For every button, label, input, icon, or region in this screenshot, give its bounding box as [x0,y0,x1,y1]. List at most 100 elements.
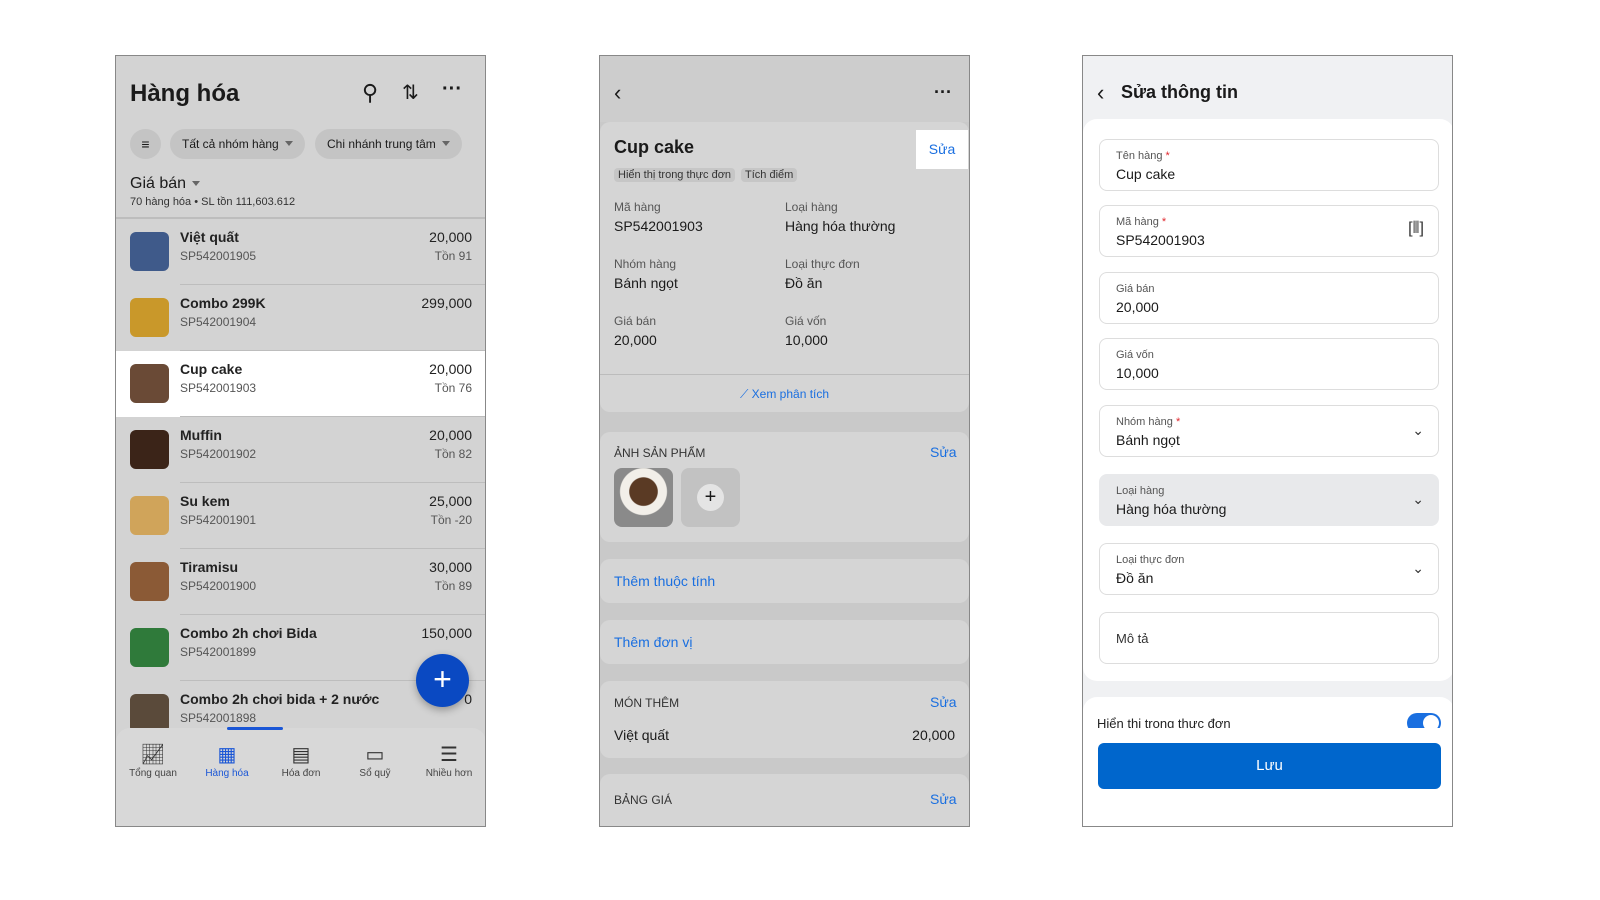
required-mark: * [1175,416,1181,428]
label-text: Mã hàng [1116,216,1159,228]
group-filter[interactable]: Tất cả nhóm hàng [170,129,305,159]
add-attribute-row[interactable]: Thêm thuộc tính [600,559,969,603]
product-price: 30,000 [429,559,472,575]
product-stock: Tồn 82 [434,447,472,461]
chart-icon: ⟋ [739,387,752,401]
edit-button[interactable]: Sửa [916,130,968,169]
product-detail-screen: ‹ ··· Cup cake Sửa Hiển thị trong thực đ… [599,55,970,827]
label-text: Tên hàng [1116,150,1163,162]
price-type-label: Giá bán [130,175,187,192]
product-row[interactable]: Tiramisu SP542001900 30,000 Tồn 89 [116,549,485,615]
form-field[interactable]: Giá vốn 10,000 [1099,338,1439,390]
field-label: Mã hàng [614,200,661,214]
product-code: SP542001899 [180,645,257,659]
add-image-button[interactable]: + [681,468,740,527]
product-code: SP542001904 [180,315,257,329]
menu-icon: ☰ [440,744,458,766]
label-text: Nhóm hàng [1116,416,1173,428]
product-stock: Tồn 89 [434,579,472,593]
form-field-label: Mã hàng * [1116,216,1166,228]
product-price: 299,000 [421,295,472,311]
more-icon[interactable]: ··· [934,82,952,103]
product-thumbnail [130,496,169,535]
product-row[interactable]: Su kem SP542001901 25,000 Tồn -20 [116,483,485,549]
nav-cashbook[interactable]: ▭ Sổ quỹ [338,742,412,779]
bottom-nav: 📈︎ Tổng quan ▦ Hàng hóa ▤ Hóa đơn ▭ Sổ quỹ ☰… [116,727,485,826]
label-text: Loại hàng [1116,485,1165,497]
add-product-button[interactable]: + [416,654,469,707]
field-value: 20,000 [614,332,657,348]
product-price: 20,000 [429,229,472,245]
product-stock: Tồn -20 [430,513,472,527]
product-code: SP542001902 [180,447,257,461]
chevron-down-icon: ⌄ [1412,422,1424,438]
form-field[interactable]: Nhóm hàng * Bánh ngọt ⌄ [1099,405,1439,457]
product-row[interactable]: Cup cake SP542001903 20,000 Tồn 76 [116,351,485,417]
more-icon[interactable]: ··· [442,78,462,101]
product-row[interactable]: Muffin SP542001902 20,000 Tồn 82 [116,417,485,483]
back-icon[interactable]: ‹ [614,80,621,106]
page-title: Hàng hóa [130,80,240,107]
view-analysis-link[interactable]: ⟋ Xem phân tích [600,387,969,402]
search-icon[interactable]: ⚲ [362,80,378,106]
form-field-value: 10,000 [1116,365,1159,381]
form-field-label: Loại hàng [1116,485,1164,497]
nav-label: Sổ quỹ [359,768,391,779]
add-unit-link[interactable]: Thêm đơn vị [614,634,692,650]
product-code: SP542001898 [180,711,257,725]
form-field[interactable]: Loại hàng Hàng hóa thường ⌄ [1099,474,1439,526]
save-button[interactable]: Lưu [1098,743,1441,789]
form-field-label: Loại thực đơn [1116,554,1184,566]
label-text: Giá bán [1116,283,1155,295]
field-label: Giá vốn [785,314,827,328]
filter-icon[interactable]: ≡ [130,129,161,159]
images-section: ẢNH SẢN PHẨM Sửa + [600,432,969,542]
sort-icon[interactable]: ⇅ [402,80,419,105]
price-type-select[interactable]: Giá bán [130,175,201,193]
form-field-value: Đồ ăn [1116,570,1154,586]
form-field-label: Giá vốn [1116,349,1154,361]
field-label: Nhóm hàng [614,257,677,271]
edit-pricebook-button[interactable]: Sửa [930,791,957,807]
addon-name: Việt quất [614,727,670,743]
add-unit-row[interactable]: Thêm đơn vị [600,620,969,664]
product-name: Su kem [180,493,230,509]
nav-more[interactable]: ☰ Nhiều hơn [412,742,485,779]
nav-products[interactable]: ▦ Hàng hóa [190,742,264,779]
product-row[interactable]: Combo 299K SP542001904 299,000 [116,285,485,351]
tag: Tích điểm [741,168,798,182]
add-attribute-link[interactable]: Thêm thuộc tính [614,573,715,589]
product-name: Tiramisu [180,559,239,575]
form-field-value: 20,000 [1116,299,1159,315]
description-input[interactable]: Mô tả [1099,612,1439,664]
form-field[interactable]: Tên hàng * Cup cake [1099,139,1439,191]
product-row[interactable]: Việt quất SP542001905 20,000 Tồn 91 [116,219,485,285]
product-name: Combo 2h chơi bida + 2 nước [180,691,380,707]
form-field-label: Giá bán [1116,283,1155,295]
barcode-scan-icon[interactable]: [⦀] [1408,220,1424,238]
product-price: 20,000 [429,361,472,377]
back-icon[interactable]: ‹ [1097,80,1104,106]
product-thumbnail [130,628,169,667]
product-name: Muffin [180,427,222,443]
tag: Hiển thị trong thực đơn [614,168,736,182]
form-field[interactable]: Mã hàng * SP542001903 [⦀] [1099,205,1439,257]
addon-price: 20,000 [912,727,955,743]
nav-invoices[interactable]: ▤ Hóa đơn [264,742,338,779]
section-title: MÓN THÊM [614,696,680,710]
form-field[interactable]: Giá bán 20,000 [1099,272,1439,324]
product-image[interactable] [614,468,673,527]
edit-images-button[interactable]: Sửa [930,444,957,460]
edit-addons-button[interactable]: Sửa [930,694,957,710]
form-field[interactable]: Loại thực đơn Đồ ăn ⌄ [1099,543,1439,595]
addons-section: MÓN THÊM Sửa Việt quất 20,000 [600,681,969,758]
view-analysis-label: Xem phân tích [751,387,830,401]
list-summary: 70 hàng hóa • SL tồn 111,603.612 [130,196,296,208]
field-label: Giá bán [614,314,657,328]
description-placeholder: Mô tả [1116,631,1149,646]
branch-filter[interactable]: Chi nhánh trung tâm [315,129,462,159]
pricebook-section: BẢNG GIÁ Sửa [600,774,969,826]
product-code: SP542001901 [180,513,257,527]
field-label: Loại thực đơn [785,257,860,271]
nav-overview[interactable]: 📈︎ Tổng quan [116,742,190,779]
